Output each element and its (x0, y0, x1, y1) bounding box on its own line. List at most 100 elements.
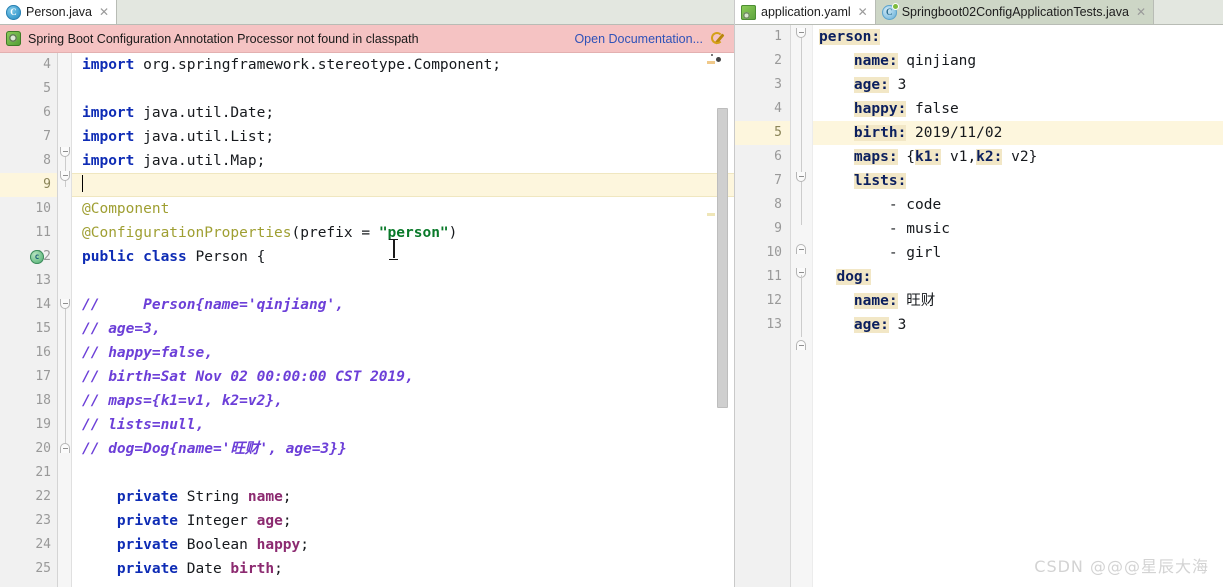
code-line[interactable]: // dog=Dog{name='旺财', age=3}} (82, 437, 734, 461)
line-number[interactable]: 12 (735, 289, 790, 313)
line-number[interactable]: 25 (0, 557, 57, 581)
yaml-line[interactable]: happy: false (819, 97, 1223, 121)
code-line[interactable]: // birth=Sat Nov 02 00:00:00 CST 2019, (82, 365, 734, 389)
tab-application-yaml[interactable]: application.yaml ✕ (735, 0, 876, 24)
line-number[interactable]: 8 (735, 193, 790, 217)
fold-marker[interactable] (60, 443, 70, 453)
code-line[interactable] (82, 269, 734, 293)
right-fold-gutter[interactable] (791, 25, 813, 587)
spring-bean-icon[interactable] (30, 250, 44, 264)
fold-marker[interactable] (796, 244, 806, 254)
yaml-code-area[interactable]: person: name: qinjiang age: 3 happy: fal… (813, 25, 1223, 587)
fold-marker[interactable] (60, 147, 70, 157)
code-line[interactable]: private Date birth; (82, 557, 734, 581)
fold-marker[interactable] (796, 172, 806, 182)
code-line[interactable]: // lists=null, (82, 413, 734, 437)
yaml-line[interactable]: lists: (819, 169, 1223, 193)
line-number[interactable]: 6 (0, 101, 57, 125)
yaml-line[interactable]: birth: 2019/11/02 (813, 121, 1223, 145)
line-number[interactable]: 14 (0, 293, 57, 317)
line-number[interactable]: 4 (735, 97, 790, 121)
line-number[interactable]: 23 (0, 509, 57, 533)
code-line[interactable]: import java.util.Date; (82, 101, 734, 125)
close-icon[interactable]: ✕ (99, 6, 109, 18)
code-line[interactable]: private Boolean happy; (82, 533, 734, 557)
code-line[interactable] (82, 77, 734, 101)
left-line-number-gutter[interactable]: 45678910111213141516171819202122232425 (0, 53, 58, 587)
line-number[interactable]: 9 (0, 173, 57, 197)
line-number[interactable]: 11 (735, 265, 790, 289)
fold-marker[interactable] (796, 340, 806, 350)
yaml-line[interactable]: - girl (819, 241, 1223, 265)
yaml-line[interactable]: age: 3 (819, 313, 1223, 337)
line-number[interactable]: 19 (0, 413, 57, 437)
code-line[interactable]: public class Person { (82, 245, 734, 269)
line-number[interactable]: 4 (0, 53, 57, 77)
code-line[interactable]: // happy=false, (82, 341, 734, 365)
line-number[interactable]: 12 (0, 245, 57, 269)
line-number[interactable]: 11 (0, 221, 57, 245)
line-number[interactable]: 7 (0, 125, 57, 149)
line-number[interactable]: 24 (0, 533, 57, 557)
code-line[interactable] (72, 173, 734, 197)
line-number[interactable]: 16 (0, 341, 57, 365)
fold-marker[interactable] (796, 28, 806, 38)
code-line[interactable]: private String name; (82, 485, 734, 509)
inspection-widget[interactable] (711, 54, 729, 70)
line-number[interactable]: 18 (0, 389, 57, 413)
line-number[interactable]: 15 (0, 317, 57, 341)
code-line[interactable]: // Person{name='qinjiang', (82, 293, 734, 317)
left-fold-gutter[interactable] (58, 53, 72, 587)
code-line[interactable]: // age=3, (82, 317, 734, 341)
line-number[interactable]: 21 (0, 461, 57, 485)
yaml-line[interactable]: maps: {k1: v1,k2: v2} (819, 145, 1223, 169)
line-number[interactable]: 10 (735, 241, 790, 265)
gutter-marker[interactable] (707, 213, 715, 216)
line-number[interactable]: 10 (0, 197, 57, 221)
line-number[interactable]: 5 (0, 77, 57, 101)
scrollbar-thumb[interactable] (717, 108, 728, 408)
code-line[interactable] (82, 461, 734, 485)
right-line-number-gutter[interactable]: 1 2 3 4 5 6 7 8 9 10 11 12 13 (735, 25, 791, 587)
open-documentation-link[interactable]: Open Documentation... (574, 32, 703, 46)
line-number[interactable]: 20 (0, 437, 57, 461)
yaml-line[interactable]: age: 3 (819, 73, 1223, 97)
line-number[interactable]: 8 (0, 149, 57, 173)
yaml-line[interactable]: person: (819, 25, 1223, 49)
code-line[interactable]: // maps={k1=v1, k2=v2}, (82, 389, 734, 413)
code-line[interactable]: private Integer age; (82, 509, 734, 533)
code-line[interactable]: @ConfigurationProperties(prefix = "perso… (82, 221, 734, 245)
line-number[interactable]: 6 (735, 145, 790, 169)
yaml-line[interactable]: - code (819, 193, 1223, 217)
yaml-line[interactable]: name: 旺财 (819, 289, 1223, 313)
code-line[interactable]: import java.util.List; (82, 125, 734, 149)
code-line[interactable]: import org.springframework.stereotype.Co… (82, 53, 734, 77)
close-icon[interactable]: ✕ (1136, 6, 1146, 18)
line-number[interactable]: 3 (735, 73, 790, 97)
line-number[interactable]: 17 (0, 365, 57, 389)
line-number[interactable]: 22 (0, 485, 57, 509)
java-editor[interactable]: 45678910111213141516171819202122232425 i… (0, 53, 734, 587)
code-line[interactable]: @Component (82, 197, 734, 221)
yaml-line[interactable]: name: qinjiang (819, 49, 1223, 73)
code-token: ; (282, 513, 292, 529)
line-number[interactable]: 9 (735, 217, 790, 241)
yaml-line[interactable]: dog: (819, 265, 1223, 289)
tab-person-java[interactable]: Person.java ✕ (0, 0, 118, 24)
line-number[interactable]: 2 (735, 49, 790, 73)
line-number[interactable]: 5 (735, 121, 790, 145)
wrench-icon[interactable] (710, 31, 726, 47)
java-code-area[interactable]: import org.springframework.stereotype.Co… (72, 53, 734, 587)
fold-marker[interactable] (60, 299, 70, 309)
tab-springboot-tests[interactable]: Springboot02ConfigApplicationTests.java … (875, 0, 1154, 24)
line-number[interactable]: 13 (0, 269, 57, 293)
left-editor-scrollbar[interactable] (716, 53, 728, 587)
line-number[interactable]: 1 (735, 25, 790, 49)
line-number[interactable]: 7 (735, 169, 790, 193)
fold-marker[interactable] (60, 171, 70, 181)
line-number[interactable]: 13 (735, 313, 790, 337)
code-line[interactable]: import java.util.Map; (82, 149, 734, 173)
close-icon[interactable]: ✕ (858, 6, 868, 18)
yaml-line[interactable]: - music (819, 217, 1223, 241)
yaml-editor[interactable]: 1 2 3 4 5 6 7 8 9 10 11 12 13 person: name: qinjiang… (735, 25, 1223, 587)
